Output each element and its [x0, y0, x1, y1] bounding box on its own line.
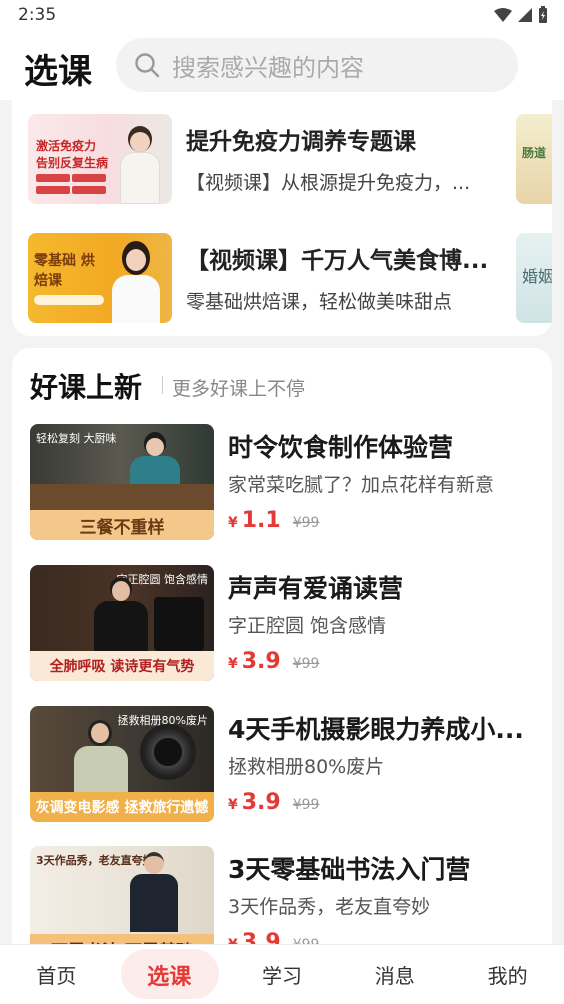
- currency-symbol: ¥: [228, 656, 238, 672]
- course-price: ¥ 3.9 ¥99: [228, 790, 319, 815]
- course-subtitle: 拯救相册80%废片: [228, 756, 385, 778]
- section-title: 好课上新: [30, 371, 143, 404]
- status-bar: 2:35: [0, 0, 564, 30]
- tab-label: 我的: [487, 964, 528, 988]
- header: 选课 搜索感兴趣的内容: [0, 30, 564, 100]
- tab-label: 消息: [374, 964, 415, 988]
- thumbnail-tags: [36, 174, 108, 196]
- course-thumbnail: 零基础 烘焙课: [28, 233, 172, 323]
- thumbnail-headline: 激活免疫力 告别反复生病: [36, 139, 109, 170]
- thumbnail-lens: [140, 724, 196, 780]
- tab-study[interactable]: 学习: [226, 945, 339, 1004]
- course-title: 4天手机摄影眼力养成小...: [228, 715, 524, 744]
- tab-messages[interactable]: 消息: [338, 945, 451, 1004]
- thumbnail-figure: [126, 852, 182, 932]
- price-value: 3.9: [241, 790, 281, 815]
- course-item[interactable]: 字正腔圆 饱含感情 全肺呼吸 读诗更有气势 声声有爱诵读营 字正腔圆 饱含感情 …: [30, 565, 540, 683]
- price-value: 1.1: [241, 508, 281, 533]
- original-price: ¥99: [292, 515, 320, 531]
- course-subtitle: 零基础烘焙课，轻松做美味甜点: [186, 291, 453, 313]
- section-divider: [162, 376, 163, 394]
- tab-home[interactable]: 首页: [0, 945, 113, 1004]
- tab-label: 选课: [147, 964, 192, 990]
- thumbnail-banner: 三餐不重样: [30, 510, 214, 540]
- tab-label: 学习: [261, 964, 302, 988]
- course-title: 提升免疫力调养专题课: [186, 129, 416, 155]
- course-price: ¥ 3.9 ¥99: [228, 649, 319, 674]
- course-title: 声声有爱诵读营: [228, 574, 404, 603]
- course-title: 3天零基础书法入门营: [228, 855, 471, 884]
- tab-label: 首页: [36, 964, 77, 988]
- course-item[interactable]: 拯救相册80%废片 灰调变电影感 拯救旅行遗憾 4天手机摄影眼力养成小... 拯…: [30, 706, 540, 824]
- tab-profile[interactable]: 我的: [451, 945, 564, 1004]
- course-price: ¥ 1.1 ¥99: [228, 508, 319, 533]
- featured-course-list: 激活免疫力 告别反复生病 提升免疫力调养专题课 【视频课】从根源提升免疫力，..…: [12, 100, 552, 336]
- original-price: ¥99: [292, 797, 320, 813]
- currency-symbol: ¥: [228, 515, 238, 531]
- new-courses-section: 好课上新 更多好课上不停 轻松复刻 大厨味 三餐不重样 时令饮食制作体验营 家常…: [12, 348, 552, 968]
- peek-label: 婚姻: [522, 267, 552, 286]
- thumbnail-table: [30, 484, 214, 510]
- course-subtitle: 家常菜吃腻了？加点花样有新意: [228, 474, 495, 496]
- course-thumbnail: 轻松复刻 大厨味 三餐不重样: [30, 424, 214, 540]
- thumbnail-figure: [70, 720, 130, 794]
- course-thumbnail: 字正腔圆 饱含感情 全肺呼吸 读诗更有气势: [30, 565, 214, 681]
- thumbnail-tag: 轻松复刻 大厨味: [36, 432, 117, 445]
- course-subtitle: 3天作品秀，老友直夸妙: [228, 896, 431, 918]
- original-price: ¥99: [292, 656, 320, 672]
- featured-course-peek[interactable]: 肠道: [516, 114, 552, 204]
- course-subtitle: 字正腔圆 饱含感情: [228, 615, 387, 637]
- thumbnail-banner: 灰调变电影感 拯救旅行遗憾: [30, 792, 214, 822]
- course-title: 时令饮食制作体验营: [228, 433, 454, 462]
- featured-course-item[interactable]: 激活免疫力 告别反复生病 提升免疫力调养专题课 【视频课】从根源提升免疫力，..…: [28, 114, 552, 206]
- section-more-link[interactable]: 更多好课上不停: [172, 374, 305, 401]
- featured-course-peek[interactable]: 婚姻: [516, 233, 552, 323]
- search-placeholder: 搜索感兴趣的内容: [172, 53, 364, 82]
- status-icons: [494, 6, 548, 23]
- wifi-icon: [494, 7, 512, 22]
- course-thumbnail: 拯救相册80%废片 灰调变电影感 拯救旅行遗憾: [30, 706, 214, 822]
- course-thumbnail: 激活免疫力 告别反复生病: [28, 114, 172, 204]
- thumbnail-banner: 全肺呼吸 读诗更有气势: [30, 651, 214, 681]
- course-item[interactable]: 轻松复刻 大厨味 三餐不重样 时令饮食制作体验营 家常菜吃腻了？加点花样有新意 …: [30, 424, 540, 542]
- thumbnail-figure: [90, 575, 150, 655]
- thumbnail-piano: [154, 597, 204, 651]
- search-icon: [135, 53, 160, 78]
- currency-symbol: ¥: [228, 797, 238, 813]
- thumbnail-headline: 零基础 烘焙课: [34, 253, 95, 289]
- page-title: 选课: [24, 52, 92, 92]
- status-time: 2:35: [18, 5, 57, 25]
- peek-label: 肠道: [522, 146, 547, 160]
- search-input[interactable]: 搜索感兴趣的内容: [116, 38, 518, 92]
- thumbnail-strip: [34, 295, 104, 305]
- signal-icon: [518, 7, 532, 22]
- battery-icon: [539, 6, 547, 23]
- instructor-photo: [108, 239, 164, 323]
- featured-course-item[interactable]: 零基础 烘焙课 【视频课】千万人气美食博... 零基础烘焙课，轻松做美味甜点: [28, 233, 552, 325]
- course-subtitle: 【视频课】从根源提升免疫力，...: [186, 172, 471, 194]
- price-value: 3.9: [241, 649, 281, 674]
- course-title: 【视频课】千万人气美食博...: [186, 248, 489, 274]
- bottom-tab-bar: 首页 选课 学习 消息 我的: [0, 944, 564, 1004]
- tab-courses[interactable]: 选课: [113, 945, 226, 1004]
- instructor-photo: [116, 122, 164, 204]
